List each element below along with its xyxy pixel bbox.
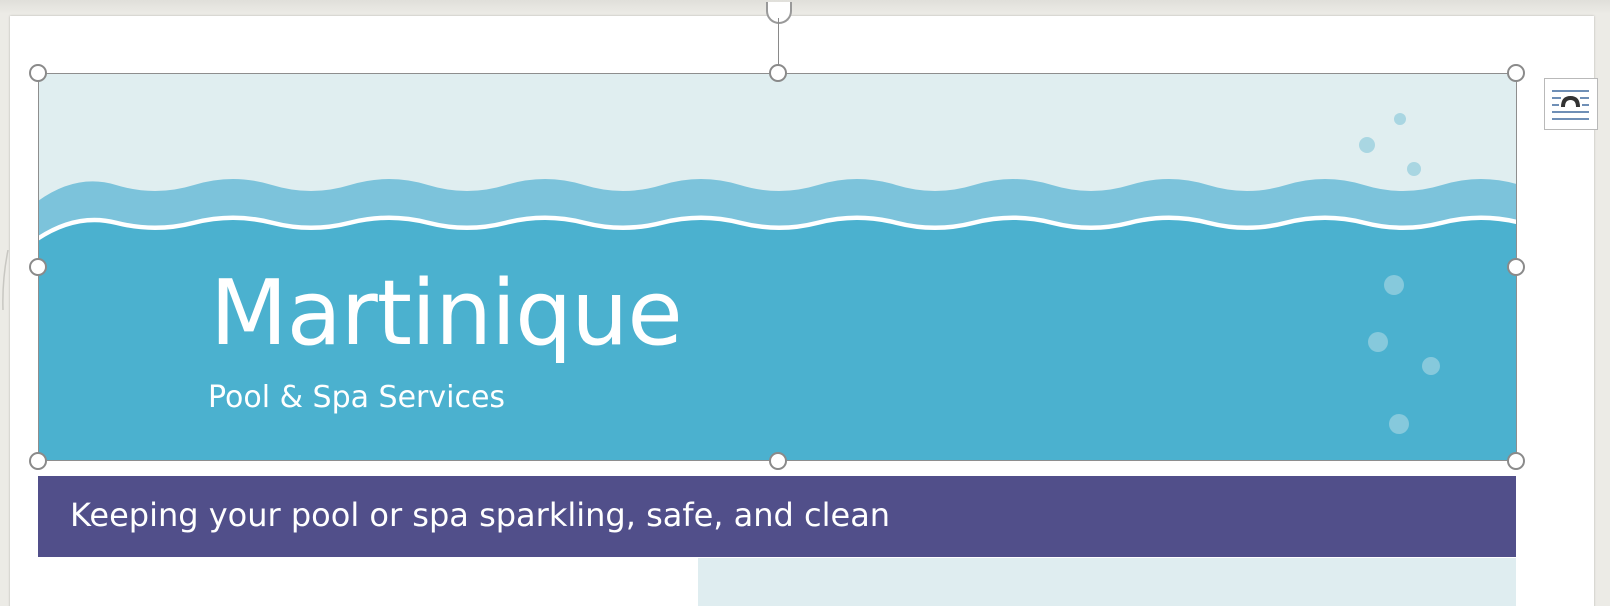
resize-handle-bottom-right[interactable] xyxy=(1507,452,1525,470)
tagline-text: Keeping your pool or spa sparkling, safe… xyxy=(70,496,891,534)
ruler-shadow xyxy=(0,0,1610,14)
bubble xyxy=(1359,137,1375,153)
bubble xyxy=(1407,162,1421,176)
tagline-bar[interactable]: Keeping your pool or spa sparkling, safe… xyxy=(38,476,1516,557)
bubble xyxy=(1384,275,1404,295)
layout-options-button[interactable] xyxy=(1544,78,1598,130)
resize-handle-bottom-left[interactable] xyxy=(29,452,47,470)
resize-handle-top-right[interactable] xyxy=(1507,64,1525,82)
resize-handle-right[interactable] xyxy=(1507,258,1525,276)
bubble xyxy=(1389,414,1409,434)
bubble xyxy=(1394,113,1406,125)
bubble xyxy=(1368,332,1388,352)
page-edge-mark xyxy=(2,250,9,310)
resize-handle-left[interactable] xyxy=(29,258,47,276)
document-canvas: Martinique Pool & Spa Services Keeping y… xyxy=(0,0,1610,606)
resize-handle-bottom[interactable] xyxy=(769,452,787,470)
resize-handle-top[interactable] xyxy=(769,64,787,82)
resize-handle-top-left[interactable] xyxy=(29,64,47,82)
banner-subtitle: Pool & Spa Services xyxy=(208,380,506,415)
sidebar-panel[interactable] xyxy=(698,558,1516,606)
header-banner-image[interactable]: Martinique Pool & Spa Services xyxy=(38,73,1517,461)
layout-options-icon xyxy=(1552,90,1589,120)
bubble xyxy=(1422,357,1440,375)
banner-title: Martinique xyxy=(210,261,683,366)
